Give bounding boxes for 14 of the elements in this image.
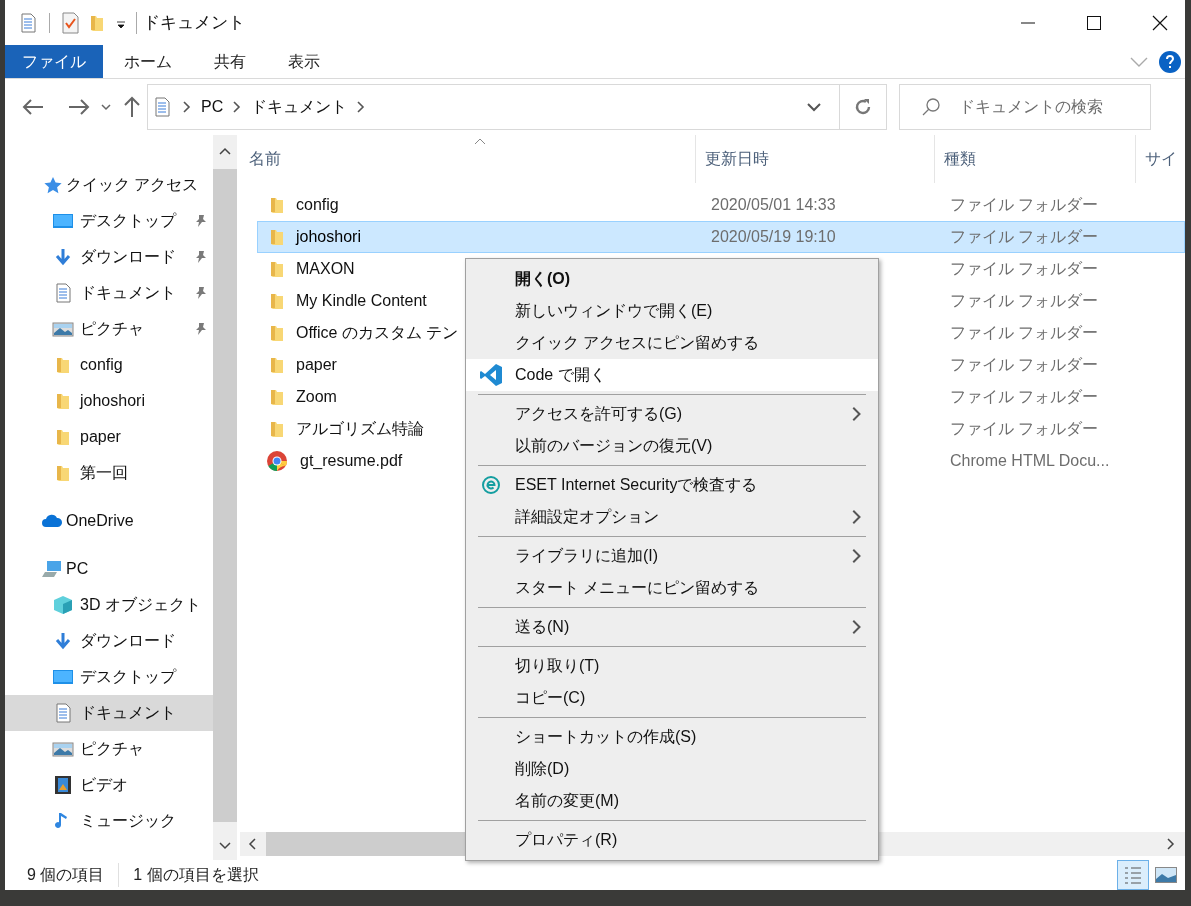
selection-count: 1 個の項目を選択 (132, 865, 259, 885)
type-cell: ファイル フォルダー (950, 420, 1099, 437)
window-title: ドキュメント (143, 11, 245, 34)
type-cell: ファイル フォルダー (950, 292, 1099, 309)
type-cell: ファイル フォルダー (950, 356, 1099, 373)
type-cell: ファイル フォルダー (950, 228, 1099, 245)
date-cell: 2020/05/19 19:10 (711, 228, 836, 245)
type-cell: Chrome HTML Docu... (950, 452, 1110, 469)
type-cell: ファイル フォルダー (950, 260, 1099, 277)
date-cell: 2020/05/01 14:33 (711, 196, 836, 213)
type-cell: ファイル フォルダー (950, 388, 1099, 405)
type-cell: ファイル フォルダー (950, 196, 1099, 213)
type-cell: ファイル フォルダー (950, 324, 1099, 341)
item-count: 9 個の項目 (5, 863, 120, 887)
